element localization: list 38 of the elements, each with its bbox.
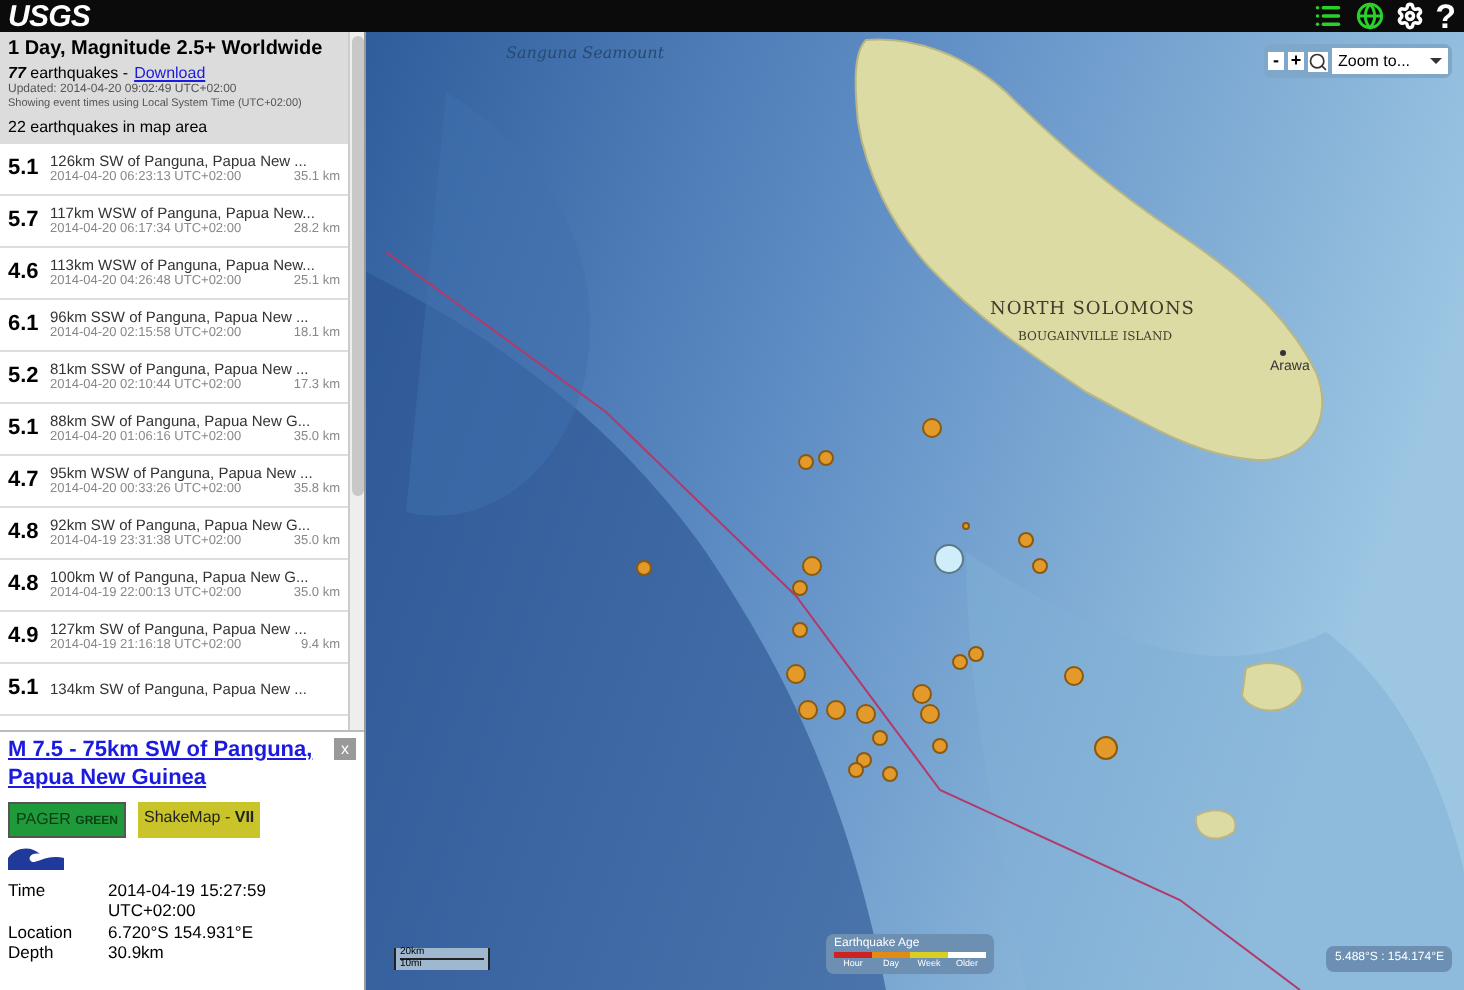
magnitude: 5.2 — [8, 362, 41, 393]
zoom-select[interactable]: Zoom to... — [1332, 48, 1448, 74]
caret-icon — [1430, 58, 1442, 64]
town-marker-icon — [1280, 350, 1286, 356]
list-icon[interactable] — [1311, 2, 1344, 30]
map-label: NORTH SOLOMONS — [990, 298, 1195, 324]
scrollbar[interactable] — [348, 32, 364, 730]
magnitude: 4.6 — [8, 258, 41, 289]
magnitude: 4.8 — [8, 518, 41, 549]
search-icon[interactable] — [1308, 51, 1328, 71]
map-count: 22 earthquakes in map area — [8, 117, 210, 138]
field-value: 30.9km — [108, 942, 166, 964]
magnitude: 6.1 — [8, 310, 41, 341]
earthquake-marker[interactable] — [962, 522, 970, 530]
magnitude: 4.8 — [8, 570, 41, 601]
magnitude: 5.1 — [8, 414, 41, 445]
magnitude: 4.9 — [8, 622, 41, 653]
field-label: Time — [8, 879, 48, 903]
zoom-in-button[interactable]: + — [1288, 52, 1304, 70]
zoom-out-button[interactable]: - — [1268, 52, 1284, 70]
magnitude: 5.1 — [8, 154, 41, 185]
field-label: Location — [8, 921, 75, 943]
help-button[interactable]: ? — [1435, 0, 1456, 33]
download-link[interactable]: Download — [134, 63, 206, 83]
field-value: 2014-04-19 15:27:59 UTC+02:00 — [108, 879, 268, 922]
event-title-link[interactable]: M 7.5 - 75km SW of Panguna, Papua New Guinea — [8, 738, 328, 793]
settings-icon[interactable] — [1395, 2, 1424, 30]
earthquake-count: 77 earthquakes - — [8, 63, 129, 83]
map-label: Sanguna Seamount — [506, 42, 665, 66]
feed-title: 1 Day, Magnitude 2.5+ Worldwide — [8, 38, 325, 63]
logo[interactable]: USGS — [8, 1, 91, 31]
field-value: 6.720°S 154.931°E — [108, 921, 255, 943]
field-label: Depth — [8, 942, 56, 964]
magnitude: 4.7 — [8, 466, 41, 497]
magnitude: 5.7 — [8, 206, 41, 237]
globe-icon[interactable] — [1355, 2, 1384, 30]
shakemap-badge[interactable]: ShakeMap - VII — [138, 801, 261, 837]
magnitude: 5.1 — [8, 674, 41, 705]
